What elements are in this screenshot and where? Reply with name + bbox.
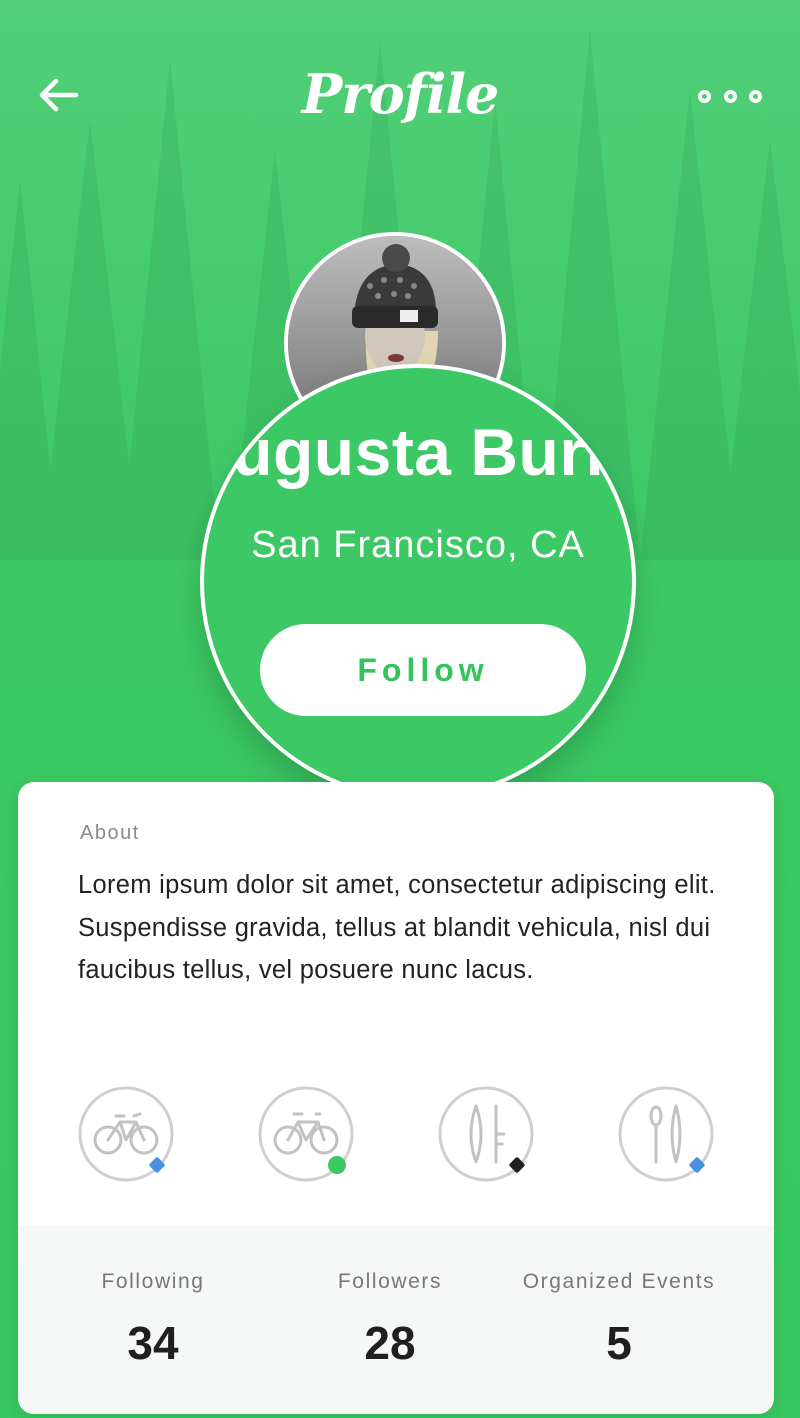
profile-location: San Francisco, CA — [251, 524, 585, 566]
stat-label: Followers — [337, 1270, 443, 1293]
stat-following[interactable]: Following 34 — [38, 1270, 268, 1370]
badge-diamond-icon — [149, 1157, 165, 1173]
page-title: Profile — [301, 62, 500, 126]
stats-panel: Following 34 Followers 28 Organized Even… — [18, 1226, 774, 1414]
profile-card: About Lorem ipsum dolor sit amet, consec… — [18, 782, 774, 1414]
stat-value: 5 — [606, 1317, 632, 1369]
stat-organized-events[interactable]: Organized Events 5 — [504, 1270, 734, 1370]
dot — [723, 89, 737, 103]
badge-diamond-icon — [509, 1157, 525, 1173]
stat-followers[interactable]: Followers 28 — [275, 1270, 505, 1370]
more-dots-icon[interactable] — [698, 84, 762, 108]
follow-button[interactable]: Follow — [260, 624, 586, 716]
activity-bicycle[interactable] — [76, 1084, 176, 1184]
activity-surfing[interactable] — [436, 1084, 536, 1184]
badge-diamond-icon — [689, 1157, 705, 1173]
stat-value: 34 — [127, 1317, 179, 1369]
activity-kayak[interactable] — [616, 1084, 716, 1184]
profile-name: Augusta Burns — [200, 415, 636, 489]
about-text: Lorem ipsum dolor sit amet, consectetur … — [78, 871, 716, 984]
activity-list — [18, 1084, 774, 1194]
dot — [749, 89, 762, 103]
dot — [698, 89, 711, 103]
top-bar: Profile — [0, 40, 800, 150]
stat-label: Following — [101, 1270, 205, 1293]
profile-lens: Augusta Burns San Francisco, CA Follow — [200, 364, 636, 800]
profile-screen: Profile Augusta Burns San Francisco, CA … — [0, 0, 800, 1418]
stat-value: 28 — [364, 1317, 416, 1369]
activity-bicycle[interactable] — [256, 1084, 356, 1184]
stat-label: Organized Events — [522, 1270, 716, 1293]
badge-circle-icon — [328, 1156, 346, 1174]
about-label: About — [80, 822, 140, 844]
